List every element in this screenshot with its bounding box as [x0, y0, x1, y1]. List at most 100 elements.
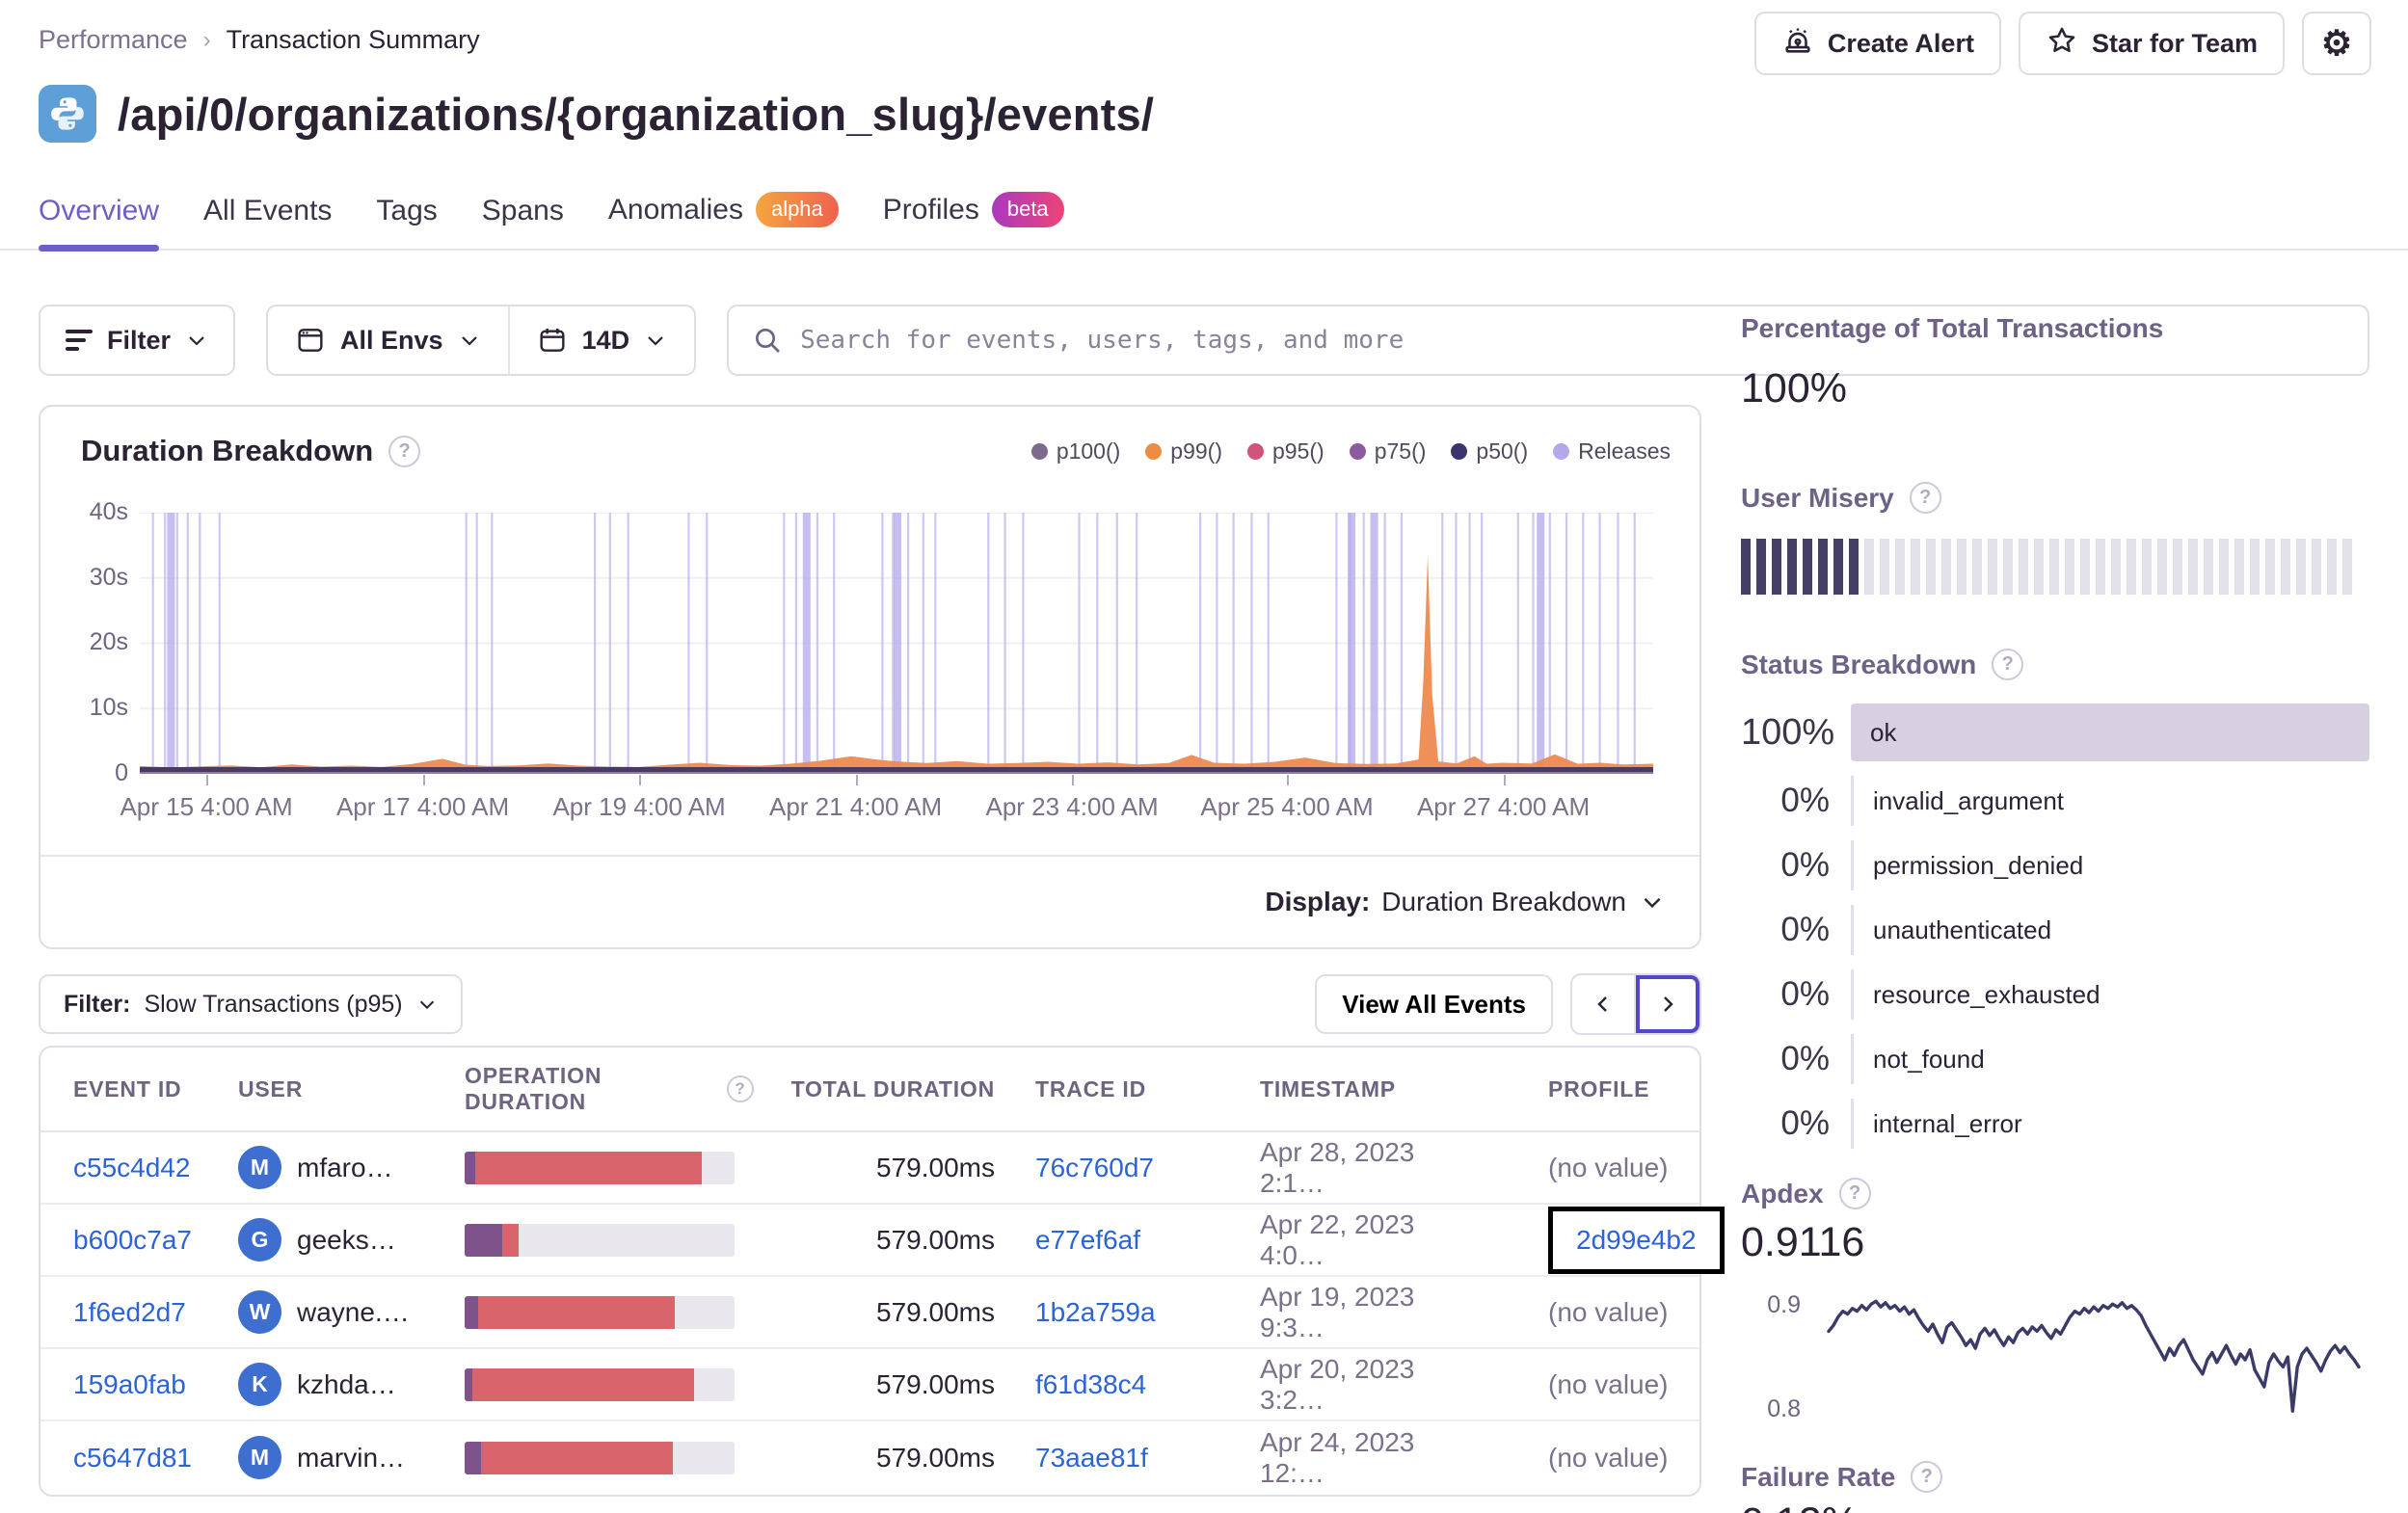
transactions-filter-dropdown[interactable]: Filter: Slow Transactions (p95) — [39, 974, 463, 1034]
legend-item-p95[interactable]: p95() — [1247, 438, 1324, 465]
chevron-down-icon — [461, 336, 477, 346]
misery-bar-empty — [2127, 539, 2136, 595]
tab-all-events[interactable]: All Events — [203, 195, 332, 249]
event-id-link[interactable]: 159a0fab — [73, 1369, 186, 1399]
status-value: 0% — [1780, 846, 1830, 884]
legend-dot — [1553, 442, 1570, 460]
status-row-internal_error: 0% internal_error — [1741, 1099, 2369, 1149]
chart-footer: Display: Duration Breakdown — [40, 855, 1699, 947]
x-axis-tick: Apr 19 4:00 AM — [552, 792, 726, 821]
legend-item-p75[interactable]: p75() — [1349, 438, 1426, 465]
chevron-down-icon — [648, 336, 663, 346]
profile-no-value: (no value) — [1548, 1442, 1669, 1473]
date-range-dropdown[interactable]: 14D — [507, 306, 695, 374]
misery-bar-empty — [2188, 539, 2198, 595]
event-id-link[interactable]: c5647d81 — [73, 1443, 192, 1473]
misery-bar-empty — [2296, 539, 2306, 595]
x-axis-tick-mark — [1503, 775, 1506, 785]
gear-icon: ⚙ — [2320, 23, 2353, 63]
tab-label: Profiles — [882, 193, 979, 226]
star-for-team-button[interactable]: Star for Team — [2018, 12, 2285, 75]
x-axis-tick-mark — [422, 775, 425, 785]
total-duration: 579.00ms — [876, 1296, 995, 1327]
trace-id-link[interactable]: 76c760d7 — [1035, 1153, 1154, 1182]
help-icon[interactable]: ? — [1992, 649, 2024, 680]
beta-badge: beta — [991, 192, 1064, 227]
legend-item-p100[interactable]: p100() — [1030, 438, 1121, 465]
events-toolbar: Filter: Slow Transactions (p95) View All… — [39, 973, 1701, 1035]
misery-bar-filled — [1772, 539, 1781, 595]
profile-link[interactable]: 2d99e4b2 — [1576, 1225, 1697, 1255]
event-id-link[interactable]: b600c7a7 — [73, 1225, 192, 1255]
help-icon[interactable]: ? — [727, 1075, 754, 1102]
misery-bar-filled — [1756, 539, 1766, 595]
previous-page-button[interactable] — [1572, 975, 1636, 1033]
user-cell: Ggeeks… — [238, 1218, 465, 1261]
tab-anomalies[interactable]: Anomalies alpha — [608, 192, 839, 249]
help-icon[interactable]: ? — [1909, 482, 1941, 514]
events-table: EVENT ID USER OPERATION DURATION? TOTAL DUR… — [39, 1046, 1725, 1497]
chart-legend: p100() p99() p95() p75() p50() Releases — [1030, 438, 1671, 465]
transaction-summary-page: Performance › Transaction Summary Create… — [0, 0, 2408, 1513]
duration-breakdown-card: Duration Breakdown ? p100() p99() p95() p75… — [39, 405, 1701, 949]
event-id-link[interactable]: 1f6ed2d7 — [73, 1297, 186, 1327]
misery-bar-empty — [1895, 539, 1905, 595]
column-header-trace-id: TRACE ID — [1035, 1075, 1147, 1102]
avatar: K — [238, 1363, 281, 1406]
create-alert-label: Create Alert — [1827, 28, 1974, 58]
trace-id-link[interactable]: 1b2a759a — [1035, 1297, 1156, 1327]
trace-id-link[interactable]: f61d38c4 — [1035, 1369, 1146, 1399]
legend-item-p50[interactable]: p50() — [1451, 438, 1528, 465]
settings-button[interactable]: ⚙ — [2302, 12, 2371, 75]
misery-bar-empty — [2327, 539, 2337, 595]
help-icon[interactable]: ? — [1838, 1178, 1871, 1209]
status-value: 0% — [1780, 782, 1830, 819]
filter-dropdown[interactable]: Filter — [39, 305, 236, 376]
legend-item-Releases[interactable]: Releases — [1553, 438, 1671, 465]
misery-bar-empty — [2173, 539, 2182, 595]
help-icon[interactable]: ? — [1911, 1461, 1943, 1493]
misery-bar-empty — [2003, 539, 2013, 595]
environment-dropdown[interactable]: All Envs — [268, 306, 508, 374]
misery-bar-empty — [2219, 539, 2229, 595]
tab-spans[interactable]: Spans — [482, 195, 564, 249]
tab-tags[interactable]: Tags — [376, 195, 437, 249]
status-row-unauthenticated: 0% unauthenticated — [1741, 905, 2369, 955]
legend-label: p100() — [1056, 438, 1121, 464]
view-all-events-button[interactable]: View All Events — [1315, 974, 1553, 1034]
next-page-button[interactable] — [1636, 975, 1699, 1033]
total-duration: 579.00ms — [876, 1442, 995, 1473]
table-row: c55c4d42 Mmfaro… 579.00ms 76c760d7 Apr 28, 2… — [40, 1132, 1699, 1205]
legend-item-p99[interactable]: p99() — [1145, 438, 1222, 465]
help-icon[interactable]: ? — [388, 435, 421, 467]
column-header-event-id: EVENT ID — [73, 1075, 182, 1102]
status-row-resource_exhausted: 0% resource_exhausted — [1741, 969, 2369, 1020]
create-alert-button[interactable]: Create Alert — [1753, 12, 2001, 75]
trace-id-link[interactable]: 73aae81f — [1035, 1443, 1148, 1473]
apdex-value: 0.9116 — [1741, 1219, 1865, 1265]
y-axis-tick: 30s — [89, 563, 128, 591]
tab-overview[interactable]: Overview — [39, 195, 160, 252]
event-id-link[interactable]: c55c4d42 — [73, 1153, 190, 1182]
operation-duration-bar — [465, 1441, 735, 1474]
misery-bar-empty — [2080, 539, 2090, 595]
display-dropdown[interactable]: Duration Breakdown — [1381, 887, 1665, 917]
siren-icon — [1781, 24, 1814, 64]
y-axis-tick: 0 — [115, 758, 128, 786]
profile-no-value: (no value) — [1548, 1152, 1669, 1182]
python-platform-icon — [39, 85, 96, 143]
x-axis-tick-mark — [639, 775, 642, 785]
status-row-not_found: 0% not_found — [1741, 1034, 2369, 1084]
column-header-total-duration: TOTAL DURATION — [790, 1075, 995, 1102]
tab-profiles[interactable]: Profiles beta — [883, 192, 1064, 249]
trace-id-link[interactable]: e77ef6af — [1035, 1225, 1140, 1255]
status-label: invalid_argument — [1873, 785, 2065, 815]
operation-duration-bar — [465, 1223, 735, 1257]
table-row: c5647d81 Mmarvin… 579.00ms 73aae81f Apr 24, … — [40, 1421, 1699, 1494]
x-axis-tick: Apr 25 4:00 AM — [1200, 792, 1374, 821]
breadcrumb-performance[interactable]: Performance — [39, 25, 188, 55]
user-name: kzhda… — [297, 1368, 396, 1399]
page-title: /api/0/organizations/{organization_slug}… — [118, 88, 1155, 140]
user-cell: Mmarvin… — [238, 1436, 465, 1479]
table-header-row: EVENT ID USER OPERATION DURATION? TOTAL DUR… — [40, 1048, 1699, 1132]
